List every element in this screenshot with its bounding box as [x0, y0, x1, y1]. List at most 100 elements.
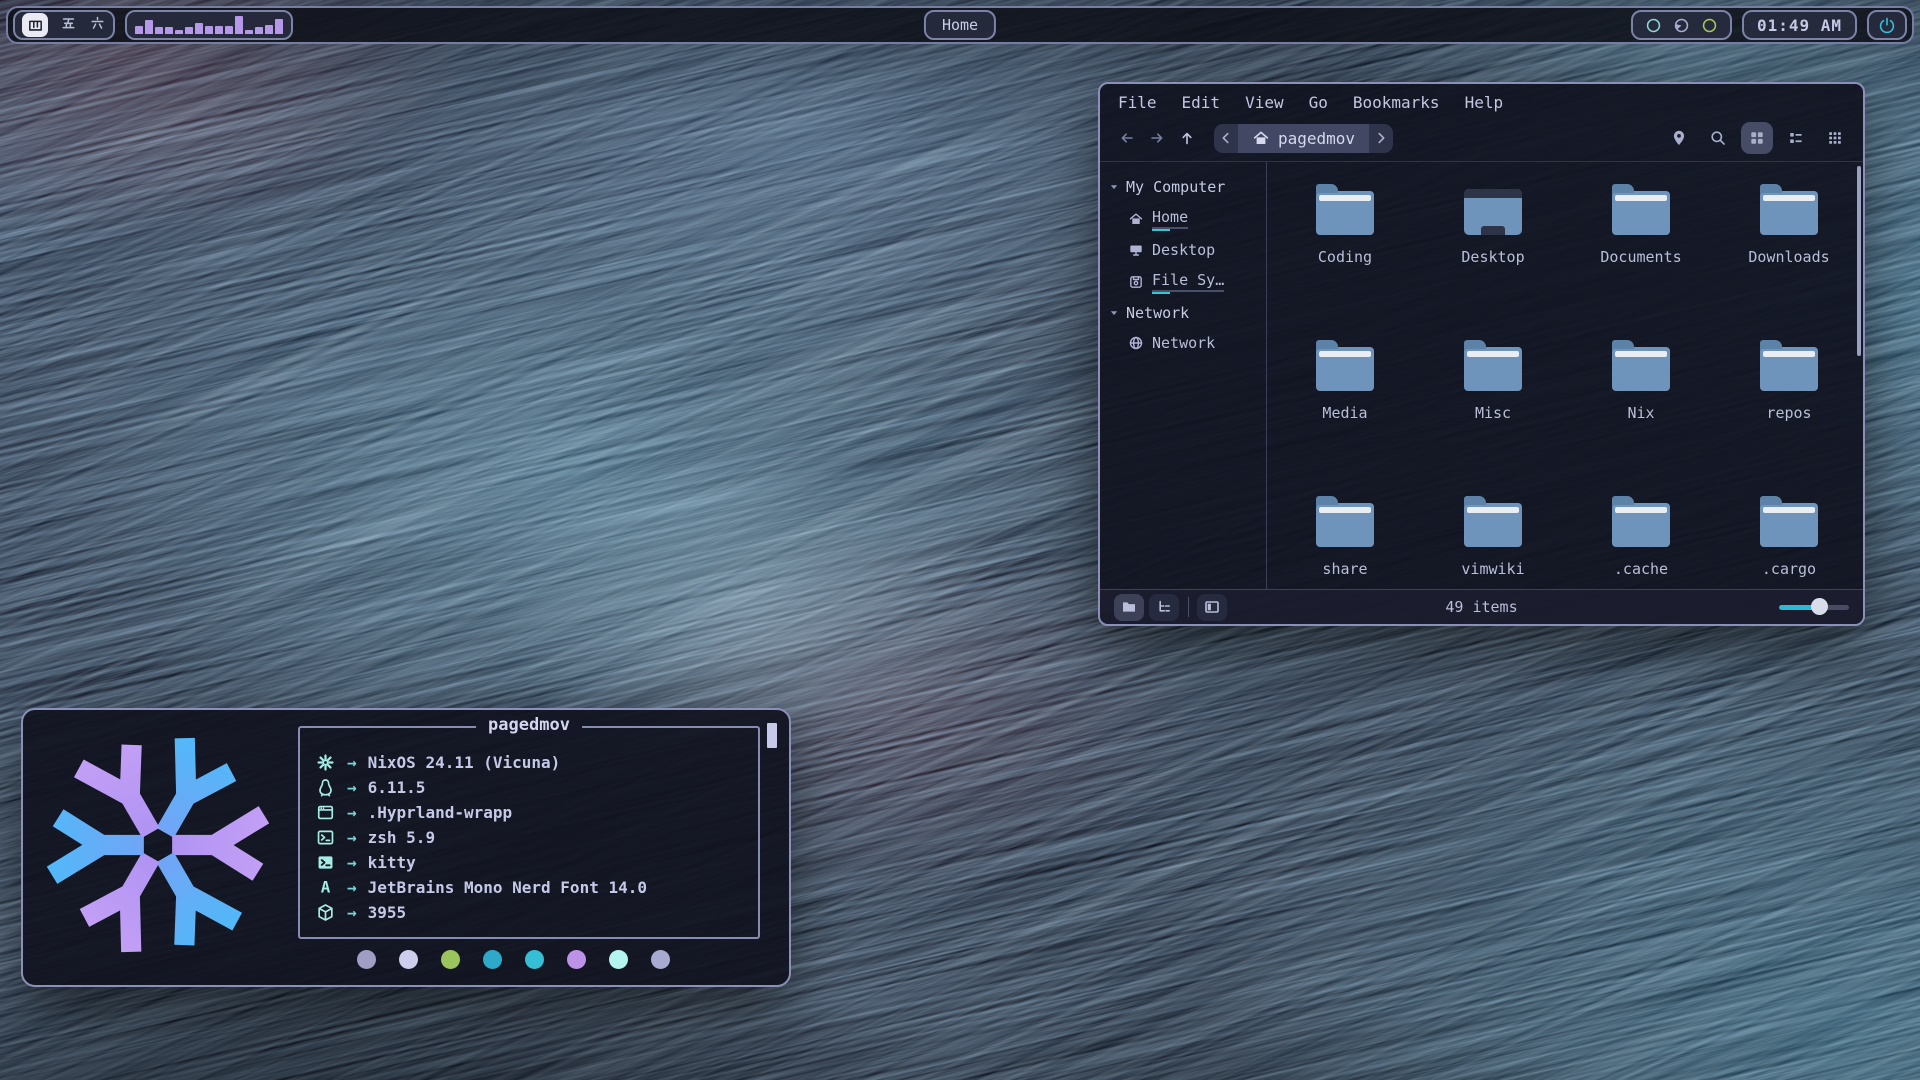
up-button[interactable] — [1172, 123, 1202, 153]
chevron-left-icon — [1217, 129, 1235, 147]
fetch-line-penguin: →6.11.5 — [314, 775, 758, 800]
hostname: pagedmov — [476, 715, 582, 735]
disk-icon — [1128, 274, 1144, 290]
fetch-value: kitty — [368, 853, 416, 872]
visualizer-bar — [195, 23, 203, 34]
top-bar-right: 01:49 AM — [1631, 10, 1907, 40]
system-tray — [1631, 10, 1732, 40]
fetch-value: 6.11.5 — [368, 778, 426, 797]
palette-dot — [399, 950, 418, 969]
path-text: pagedmov — [1278, 129, 1355, 148]
penguin-icon — [314, 778, 336, 797]
palette-dot — [567, 950, 586, 969]
icon-view-button[interactable] — [1741, 122, 1773, 154]
terminal-icon — [314, 853, 336, 872]
scrollbar[interactable] — [1857, 166, 1861, 356]
file-item-downloads[interactable]: Downloads — [1715, 178, 1863, 334]
search-button[interactable] — [1702, 122, 1734, 154]
nixos-logo-arm — [52, 818, 144, 876]
arrow-icon: → — [347, 903, 357, 922]
zoom-slider[interactable] — [1779, 598, 1849, 616]
fetch-value: 3955 — [368, 903, 407, 922]
sidebar-item-desktop[interactable]: Desktop — [1100, 235, 1266, 265]
file-item-label: Coding — [1318, 248, 1372, 266]
menu-item-help[interactable]: Help — [1465, 93, 1504, 112]
status-circle-green-icon[interactable] — [1701, 17, 1718, 34]
compact-view-icon — [1826, 129, 1844, 147]
focused-window-label: Home — [942, 16, 978, 34]
side-panel-icon — [1203, 598, 1221, 616]
workspace-button[interactable] — [60, 15, 77, 36]
file-item-nix[interactable]: Nix — [1567, 334, 1715, 490]
arrow-icon: → — [347, 853, 357, 872]
sidebar-item-network[interactable]: Network — [1100, 328, 1266, 358]
sidebar-item-home[interactable]: Home — [1100, 202, 1266, 235]
file-item-documents[interactable]: Documents — [1567, 178, 1715, 334]
tree-pane-button[interactable] — [1149, 594, 1179, 621]
file-manager-window: File Edit View Go Bookmarks Help pagedmov My … — [1098, 82, 1865, 626]
sidebar-item-label: Home — [1152, 208, 1188, 229]
status-circle-icon[interactable] — [1645, 17, 1662, 34]
workspace-switcher — [13, 10, 115, 40]
file-item-label: .cache — [1614, 560, 1668, 578]
path-segment-home[interactable]: pagedmov — [1238, 124, 1369, 153]
file-item-media[interactable]: Media — [1271, 334, 1419, 490]
workspace-button[interactable] — [89, 15, 106, 36]
home-icon — [1128, 211, 1144, 227]
file-item-label: Downloads — [1748, 248, 1829, 266]
file-item-misc[interactable]: Misc — [1419, 334, 1567, 490]
fetch-line-nix: →NixOS 24.11 (Vicuna) — [314, 750, 758, 775]
folder-icon — [1760, 191, 1818, 235]
file-item-desktop[interactable]: Desktop — [1419, 178, 1567, 334]
toolbar: pagedmov — [1100, 117, 1863, 161]
menu-item-go[interactable]: Go — [1309, 93, 1328, 112]
location-button[interactable] — [1663, 122, 1695, 154]
file-item-coding[interactable]: Coding — [1271, 178, 1419, 334]
window-icon — [314, 803, 336, 822]
sidebar-section-network[interactable]: Network — [1100, 298, 1266, 328]
folder-icon — [1120, 598, 1138, 616]
forward-button[interactable] — [1142, 123, 1172, 153]
desktop-icon — [1464, 189, 1522, 235]
status-wedge-icon[interactable] — [1673, 17, 1690, 34]
chevron-right-icon — [1372, 129, 1390, 147]
path-scroll-left-button[interactable] — [1214, 124, 1238, 153]
package-icon — [314, 903, 336, 922]
sidebar-item-filesy[interactable]: File Sy… — [1100, 265, 1266, 298]
svg-text:A: A — [320, 878, 330, 897]
compact-view-button[interactable] — [1819, 122, 1851, 154]
file-item-label: Nix — [1627, 404, 1654, 422]
menu-item-edit[interactable]: Edit — [1182, 93, 1221, 112]
list-view-button[interactable] — [1780, 122, 1812, 154]
power-button[interactable] — [1867, 10, 1907, 40]
workspace-button[interactable] — [22, 13, 48, 37]
clock: 01:49 AM — [1742, 10, 1857, 40]
status-bar: 49 items — [1100, 589, 1863, 624]
sidebar-section-my-computer[interactable]: My Computer — [1100, 172, 1266, 202]
search-icon — [1709, 129, 1727, 147]
visualizer-bar — [155, 27, 163, 34]
palette-dot — [483, 950, 502, 969]
back-button[interactable] — [1112, 123, 1142, 153]
fetch-value: zsh 5.9 — [368, 828, 435, 847]
menu-item-bookmarks[interactable]: Bookmarks — [1353, 93, 1440, 112]
focused-window-button[interactable]: Home — [924, 10, 996, 40]
file-item-label: .cargo — [1762, 560, 1816, 578]
chevron-down-icon — [1108, 307, 1120, 319]
menu-item-view[interactable]: View — [1245, 93, 1284, 112]
map-pin-icon — [1670, 129, 1688, 147]
terminal-window: pagedmov →NixOS 24.11 (Vicuna)→6.11.5→.H… — [21, 708, 791, 987]
path-scroll-right-button[interactable] — [1369, 124, 1393, 153]
file-item-label: vimwiki — [1461, 560, 1524, 578]
toggle-sidepane-button[interactable] — [1197, 594, 1227, 621]
monitor-icon — [1128, 242, 1144, 258]
shell-icon — [314, 828, 336, 847]
folder-icon — [1316, 191, 1374, 235]
places-pane-button[interactable] — [1114, 594, 1144, 621]
file-item-repos[interactable]: repos — [1715, 334, 1863, 490]
menu-item-file[interactable]: File — [1118, 93, 1157, 112]
fetch-line-package: → 3955 — [314, 900, 758, 925]
home-icon — [1252, 129, 1270, 147]
visualizer-bar — [255, 27, 263, 34]
zoom-slider-knob[interactable] — [1811, 598, 1828, 615]
